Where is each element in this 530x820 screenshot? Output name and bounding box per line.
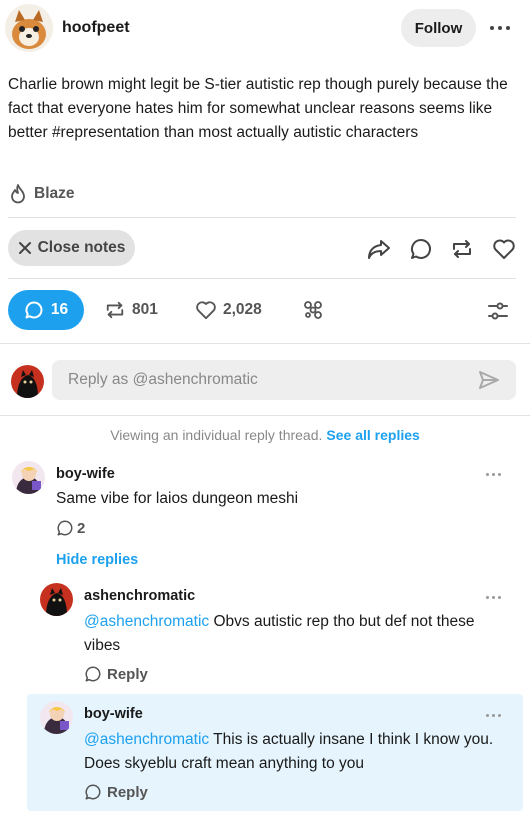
share-icon[interactable] [365, 235, 393, 263]
more-icon[interactable] [486, 596, 501, 599]
reply-text: @ashenchromatic Obvs autistic rep tho bu… [84, 610, 509, 658]
hide-replies-link[interactable]: Hide replies [56, 552, 138, 568]
reply-text: Same vibe for laios dungeon meshi [56, 490, 299, 507]
likes-count: 2,028 [223, 301, 262, 318]
reply-author[interactable]: boy-wife [56, 466, 115, 482]
reblog-icon[interactable] [448, 235, 476, 263]
send-icon[interactable] [478, 369, 500, 396]
reply-input[interactable] [52, 360, 516, 400]
comment-icon [85, 666, 101, 682]
close-notes-label: Close notes [37, 239, 126, 256]
reply-avatar[interactable] [40, 583, 73, 616]
blaze-label: Blaze [34, 185, 75, 202]
likes-tab[interactable]: 2,028 [195, 300, 262, 320]
more-icon[interactable] [486, 714, 501, 717]
replies-tab[interactable]: 16 [8, 290, 84, 330]
heart-icon[interactable] [490, 235, 518, 263]
divider [8, 278, 516, 279]
reblogs-tab[interactable]: 801 [104, 300, 158, 320]
filter-icon[interactable] [486, 300, 510, 327]
reply-author[interactable]: boy-wife [84, 706, 143, 722]
reblog-icon [106, 301, 124, 319]
comment-icon [25, 301, 43, 319]
see-all-replies-link[interactable]: See all replies [326, 427, 419, 443]
author-name[interactable]: hoofpeet [62, 19, 130, 37]
close-notes-button[interactable]: Close notes [8, 230, 135, 266]
reply-author[interactable]: ashenchromatic [84, 588, 195, 604]
reply-count: 2 [77, 519, 86, 537]
reply-button[interactable]: Reply [84, 665, 148, 683]
more-icon[interactable] [490, 26, 510, 30]
comment-icon [85, 784, 101, 800]
thread-info-text: Viewing an individual reply thread. [110, 427, 323, 443]
author-avatar[interactable] [5, 4, 53, 52]
my-avatar [11, 365, 44, 398]
thread-info: Viewing an individual reply thread. See a… [0, 427, 530, 443]
comment-icon[interactable] [407, 235, 435, 263]
notes-icon[interactable] [303, 300, 325, 325]
follow-button[interactable]: Follow [401, 9, 476, 47]
reply-avatar[interactable] [40, 701, 73, 734]
reply-label: Reply [107, 783, 148, 801]
divider [8, 217, 516, 218]
close-icon [18, 242, 31, 254]
divider [0, 343, 530, 344]
more-icon[interactable] [486, 473, 501, 476]
reply-label: Reply [107, 665, 148, 683]
reply-avatar[interactable] [12, 461, 45, 494]
replies-count: 16 [50, 301, 69, 318]
divider [0, 415, 530, 416]
reply-button[interactable]: Reply [84, 783, 148, 801]
post-body: Charlie brown might legit be S-tier auti… [8, 76, 508, 141]
comment-icon [57, 520, 73, 536]
mention-link[interactable]: @ashenchromatic [84, 731, 209, 748]
blaze-button[interactable]: Blaze [8, 182, 75, 206]
reply-count-button[interactable]: 2 [56, 519, 85, 537]
reblogs-count: 801 [132, 301, 158, 318]
flame-icon [11, 184, 25, 204]
heart-icon [196, 301, 216, 320]
mention-link[interactable]: @ashenchromatic [84, 613, 209, 630]
reply-text: @ashenchromatic This is actually insane … [84, 728, 509, 776]
